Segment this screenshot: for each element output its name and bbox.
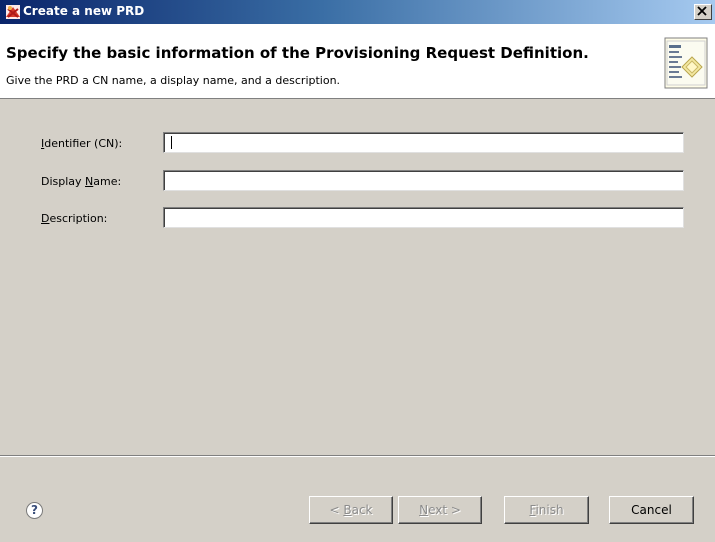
back-button[interactable]: < Back [309, 496, 393, 524]
display-name-label: Display Name: [41, 175, 122, 188]
finish-button[interactable]: Finish [504, 496, 589, 524]
page-description: Give the PRD a CN name, a display name, … [6, 74, 341, 87]
page-title: Specify the basic information of the Pro… [6, 44, 589, 62]
create-prd-dialog: Create a new PRD Specify the basic infor… [0, 0, 715, 542]
display-name-input[interactable] [163, 170, 684, 191]
prd-document-icon [664, 37, 708, 89]
close-icon [697, 6, 707, 16]
help-button[interactable]: ? [26, 502, 43, 519]
identifier-input[interactable] [163, 132, 684, 153]
description-input[interactable] [163, 207, 684, 228]
close-button[interactable] [694, 4, 712, 20]
identifier-label: Identifier (CN): [41, 137, 123, 150]
text-cursor [171, 136, 172, 149]
footer-separator [0, 455, 715, 457]
next-button[interactable]: Next > [398, 496, 482, 524]
description-label: Description: [41, 212, 108, 225]
help-icon: ? [31, 503, 38, 517]
prd-wizard-icon [4, 3, 22, 21]
title-bar[interactable]: Create a new PRD [0, 0, 715, 24]
cancel-button[interactable]: Cancel [609, 496, 694, 524]
window-title: Create a new PRD [23, 4, 145, 18]
wizard-header: Specify the basic information of the Pro… [0, 24, 715, 99]
